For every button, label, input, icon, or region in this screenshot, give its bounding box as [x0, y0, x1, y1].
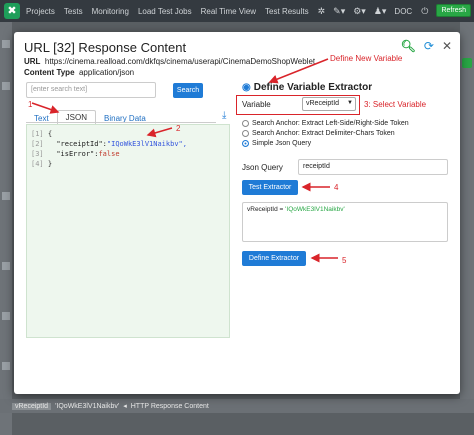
- code-line: [1] {: [31, 130, 53, 138]
- url-value: https://cinema.realload.com/dkfqs/cinema…: [44, 57, 316, 66]
- top-navbar: ✖ Projects Tests Monitoring Load Test Jo…: [0, 0, 474, 22]
- refresh-button[interactable]: Refresh: [436, 4, 471, 17]
- search-button[interactable]: Search: [173, 83, 203, 98]
- globe-icon: ◉: [242, 82, 251, 93]
- code-line: [3] "isError":false: [31, 150, 120, 158]
- variable-select[interactable]: vReceiptId ▼: [302, 97, 356, 111]
- bg-checkbox: [2, 82, 10, 90]
- tools-icon[interactable]: ✎▾: [333, 6, 345, 17]
- close-icon[interactable]: ✕: [442, 40, 452, 52]
- annotation-define-new-variable: Define New Variable: [330, 54, 403, 63]
- bg-checkbox: [2, 262, 10, 270]
- nav-real-time-view[interactable]: Real Time View: [201, 7, 256, 16]
- content-type-label: Content Type: [24, 68, 75, 77]
- url-label: URL: [24, 57, 41, 66]
- bg-action-button: [462, 58, 472, 68]
- background-left-strip: [0, 22, 12, 435]
- code-line: [4] }: [31, 160, 53, 168]
- radio-left-right-token[interactable]: Search Anchor: Extract Left-Side/Right-S…: [242, 120, 409, 127]
- chevron-down-icon: ▼: [347, 100, 353, 106]
- radio-button[interactable]: [242, 130, 249, 137]
- bg-checkbox: [2, 312, 10, 320]
- download-icon[interactable]: ⤓: [222, 110, 226, 121]
- annotation-select-variable: 3: Select Variable: [364, 100, 427, 109]
- extractor-result-box: vReceiptId = 'IQoWkE3lV1Naikbv': [242, 202, 448, 242]
- annotation-number-5: 5: [342, 256, 347, 265]
- code-line: [2] "receiptId":"IQoWkE3lV1Naikbv",: [31, 140, 187, 148]
- json-query-label: Json Query: [242, 163, 283, 172]
- define-extractor-button[interactable]: Define Extractor: [242, 251, 306, 266]
- footer-arrow-icon: ◂: [123, 403, 127, 410]
- radio-simple-json-query[interactable]: Simple Json Query: [242, 140, 311, 147]
- radio-button[interactable]: [242, 120, 249, 127]
- modal-title: URL [32] Response Content: [24, 40, 187, 55]
- logout-icon[interactable]: ⏻: [421, 6, 428, 17]
- nav-load-test-jobs[interactable]: Load Test Jobs: [138, 7, 192, 16]
- app-logo-icon[interactable]: ✖: [4, 3, 20, 19]
- json-query-input[interactable]: receiptId: [298, 159, 448, 175]
- refresh-icon[interactable]: ⟳: [424, 40, 434, 52]
- nav-test-results[interactable]: Test Results: [265, 7, 309, 16]
- tab-divider: [26, 122, 216, 123]
- bg-checkbox: [2, 362, 10, 370]
- search-icon[interactable]: 🔍︎: [401, 40, 416, 52]
- search-input[interactable]: [enter search text]: [26, 82, 156, 98]
- content-type-value: application/json: [78, 68, 135, 77]
- nav-monitoring[interactable]: Monitoring: [92, 7, 129, 16]
- url-row: URL https://cinema.realload.com/dkfqs/ci…: [24, 57, 315, 66]
- radio-delimiter-token[interactable]: Search Anchor: Extract Delimiter-Chars T…: [242, 130, 395, 137]
- json-viewer[interactable]: [1] { [2] "receiptId":"IQoWkE3lV1Naikbv"…: [26, 124, 230, 338]
- user-icon[interactable]: ♟▾: [374, 6, 387, 17]
- nav-doc[interactable]: DOC: [394, 7, 412, 16]
- modal-header-icons: 🔍︎ ⟳ ✕: [401, 40, 452, 52]
- radio-button[interactable]: [242, 140, 249, 147]
- footer-variable-value: 'IQoWkE3lV1Naikbv': [55, 402, 120, 410]
- network-icon[interactable]: ✲: [318, 6, 326, 17]
- footer-variable-tag: vReceiptId: [12, 402, 52, 410]
- settings-icon[interactable]: ⚙▾: [353, 6, 366, 17]
- bg-checkbox: [2, 192, 10, 200]
- response-content-modal: URL [32] Response Content 🔍︎ ⟳ ✕ URL htt…: [14, 32, 460, 394]
- background-right-strip: [460, 22, 474, 399]
- nav-tests[interactable]: Tests: [64, 7, 83, 16]
- annotation-number-2: 2: [176, 124, 181, 133]
- extractor-title: ◉ Define Variable Extractor: [242, 82, 373, 93]
- background-footer: vReceiptId 'IQoWkE3lV1Naikbv' ◂ HTTP Res…: [0, 399, 474, 413]
- bg-checkbox: [2, 40, 10, 48]
- annotation-number-4: 4: [334, 183, 339, 192]
- nav-projects[interactable]: Projects: [26, 7, 55, 16]
- test-extractor-button[interactable]: Test Extractor: [242, 180, 298, 195]
- annotation-number-1: 1: [28, 100, 33, 109]
- footer-source: HTTP Response Content: [130, 402, 209, 410]
- variable-label: Variable: [242, 100, 271, 109]
- selected-receipt-id[interactable]: "IQoWkE3lV1Naikbv",: [107, 140, 187, 148]
- content-type-row: Content Type application/json: [24, 68, 134, 77]
